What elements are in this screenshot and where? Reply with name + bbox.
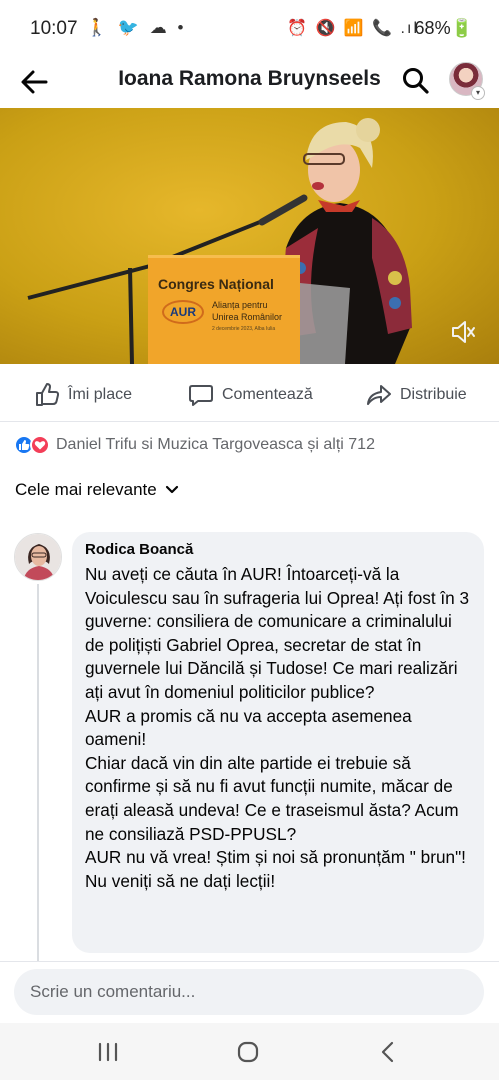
post-actions: Îmi place Comentează Distribuie [0,364,499,422]
battery-indicator: 68%🔋 [414,18,473,38]
comment-input[interactable]: Scrie un comentariu... [14,969,484,1015]
comment-sort-dropdown[interactable]: Cele mai relevante [15,480,179,500]
home-icon[interactable] [236,1041,260,1068]
comment-input-placeholder: Scrie un comentariu... [30,982,196,1001]
podium-title: Congres Național [158,276,274,292]
love-reaction-icon [30,435,50,455]
chevron-down-icon: ▾ [471,86,485,100]
commenter-avatar[interactable] [14,533,62,581]
header: Ioana Ramona Bruynseels ▾ [0,58,499,108]
podium-date: 2 decembrie 2023, Alba Iulia [212,326,276,332]
thumbs-up-icon [36,383,60,406]
comment-label: Comentează [222,386,313,403]
share-label: Distribuie [400,386,467,403]
status-time: 10:07 [30,18,78,39]
system-status-icons: ⏰ 🔇 📶 📞 .ıl [287,20,419,37]
search-icon[interactable] [401,66,431,96]
aur-logo: AUR [162,300,204,324]
comment-author[interactable]: Rodica Boancă [85,541,472,559]
like-button[interactable]: Îmi place [34,382,132,408]
chevron-down-icon [165,485,178,494]
speech-bubble-icon [189,385,213,406]
video-player[interactable]: Congres Național AUR Alianța pentru Unir… [0,108,499,364]
system-navigation-bar [0,1023,499,1080]
sort-label: Cele mai relevante [15,480,157,499]
reactions-text: Daniel Trifu si Muzica Targoveasca și al… [56,436,375,453]
podium: Congres Național AUR Alianța pentru Unir… [148,255,300,364]
thread-line [37,584,39,962]
podium-subtitle-line1: Alianța pentru [212,300,268,310]
muted-speaker-icon[interactable] [449,318,477,346]
comment-button[interactable]: Comentează [188,382,313,408]
podium-subtitle-line2: Unirea Românilor [212,312,283,322]
like-label: Îmi place [68,386,133,403]
comment-text: Nu aveți ce căuta în AUR! Întoarceți-vă … [85,564,470,891]
notification-icons: 🚶 🐦 ☁ • [86,18,187,37]
reactions-summary[interactable]: Daniel Trifu si Muzica Targoveasca și al… [14,432,375,458]
status-bar: 10:07 🚶 🐦 ☁ • ⏰ 🔇 📶 📞 .ıl 68%🔋 [0,0,499,58]
back-chevron-icon[interactable] [378,1041,398,1068]
share-button[interactable]: Distribuie [366,382,467,408]
share-arrow-icon [367,385,391,405]
comment-bubble[interactable]: Rodica Boancă Nu aveți ce căuta în AUR! … [72,532,484,953]
recents-icon[interactable] [96,1041,120,1068]
